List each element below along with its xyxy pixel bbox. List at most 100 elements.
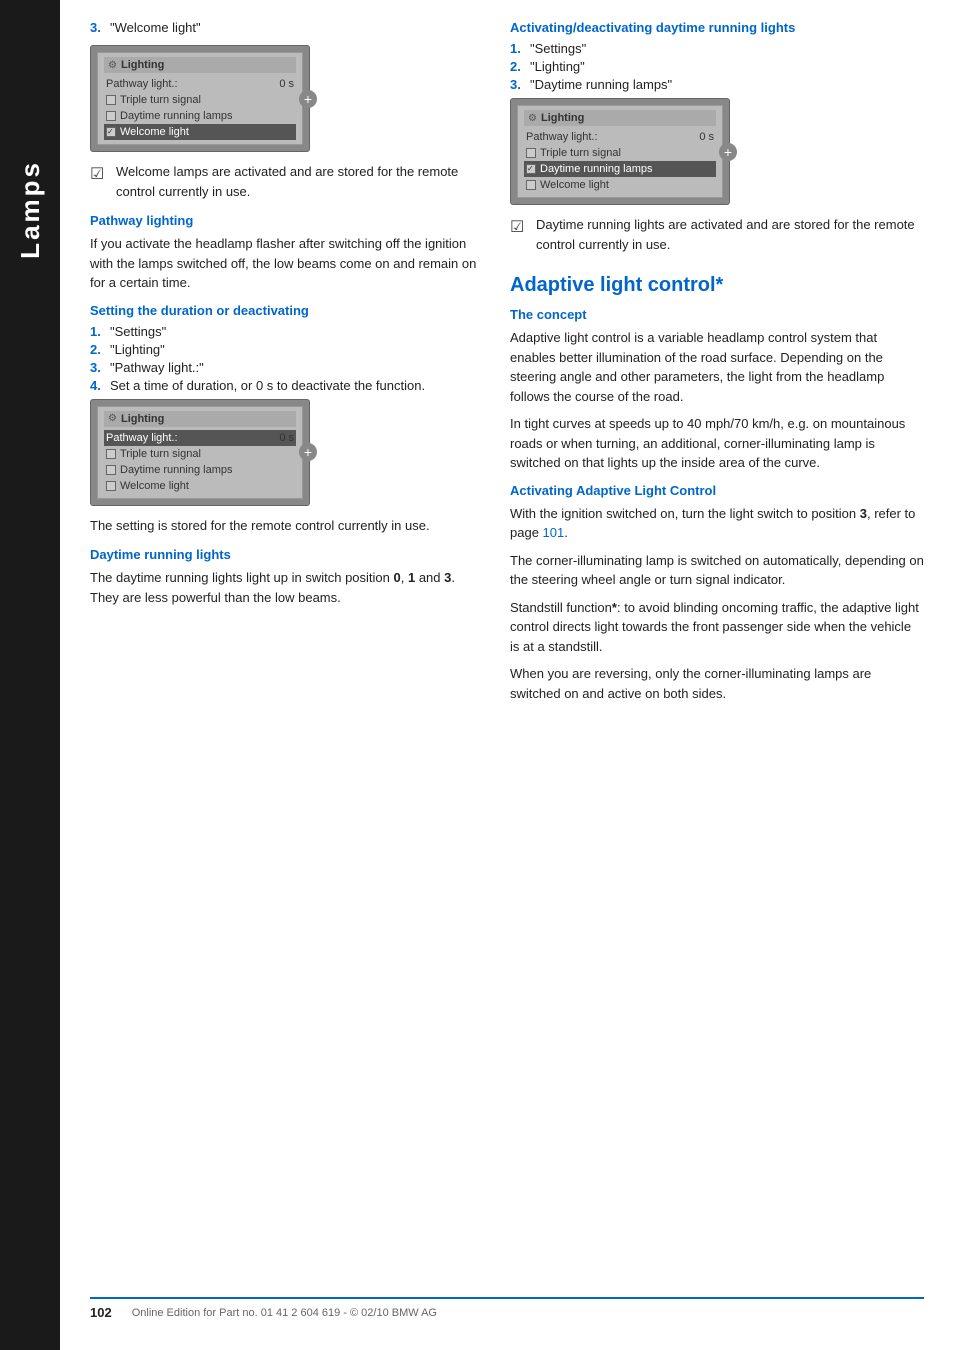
step-act-3: 3. "Daytime running lamps" [510, 77, 924, 92]
concept-body-2: In tight curves at speeds up to 40 mph/7… [510, 414, 924, 473]
pathway-heading: Pathway lighting [90, 213, 480, 228]
lighting-icon-3: ⚙ [528, 113, 537, 124]
screen-title-text-2: Lighting [121, 413, 164, 425]
screen-row-welcome-2: Welcome light [104, 478, 296, 494]
footer: 102 Online Edition for Part no. 01 41 2 … [90, 1297, 924, 1320]
step-num-s2: 2. [90, 342, 104, 357]
checkbox-daytime-2 [106, 465, 116, 475]
pathway-val-1: 0 s [279, 78, 294, 90]
step-text-a3: "Daytime running lamps" [530, 77, 672, 92]
screen-row-left-welcome-3: Welcome light [526, 179, 609, 191]
welcome-label-1: Welcome light [120, 126, 189, 138]
screen-row-welcome-1: Welcome light [104, 124, 296, 140]
standstill-asterisk: * [612, 600, 617, 615]
step-text-s3: "Pathway light.:" [110, 360, 204, 375]
activating-heading: Activating/deactivating daytime running … [510, 20, 924, 35]
screen-row-left-triple-1: Triple turn signal [106, 94, 201, 106]
screen-mockup-2: ⚙ Lighting Pathway light.: 0 s [90, 399, 310, 506]
screen-title-text-3: Lighting [541, 112, 584, 124]
daytime-body: The daytime running lights light up in s… [90, 568, 480, 607]
pathway-label-3: Pathway light.: [526, 131, 598, 143]
pathway-body: If you activate the headlamp flasher aft… [90, 234, 480, 293]
activating-adaptive-body1: With the ignition switched on, turn the … [510, 504, 924, 543]
bold-1: 1 [408, 570, 415, 585]
screen-row-left-welcome-2: Welcome light [106, 480, 189, 492]
screen-title-bar-2: ⚙ Lighting [104, 411, 296, 427]
bold-pos-3: 3 [860, 506, 867, 521]
screen-mockup-1: ⚙ Lighting Pathway light.: 0 s [90, 45, 310, 152]
triple-label-3: Triple turn signal [540, 147, 621, 159]
concept-body-1: Adaptive light control is a variable hea… [510, 328, 924, 406]
welcome-label-3: Welcome light [540, 179, 609, 191]
screen-row-left-triple-2: Triple turn signal [106, 448, 201, 460]
screen-row-left-triple-3: Triple turn signal [526, 147, 621, 159]
pathway-val-3: 0 s [699, 131, 714, 143]
daytime-label-2: Daytime running lamps [120, 464, 233, 476]
page-number: 102 [90, 1305, 112, 1320]
screen-title-bar-3: ⚙ Lighting [524, 110, 716, 126]
pathway-val-2: 0 s [279, 432, 294, 444]
checkmark-icon-1: ☑ [90, 163, 110, 201]
bold-0: 0 [394, 570, 401, 585]
pathway-label-2: Pathway light.: [106, 432, 178, 444]
sidebar-label: Lamps [15, 160, 46, 259]
triple-label-2: Triple turn signal [120, 448, 201, 460]
screen-mockup-3: ⚙ Lighting Pathway light.: 0 s [510, 98, 730, 205]
checkbox-triple-3 [526, 148, 536, 158]
step-setting-4: 4. Set a time of duration, or 0 s to dea… [90, 378, 480, 393]
step-num-3: 3. [90, 20, 104, 35]
screen-row-left-daytime-3: Daytime running lamps [526, 163, 653, 175]
screen-row-daytime-2: Daytime running lamps [104, 462, 296, 478]
checkbox-welcome-1 [106, 127, 116, 137]
lighting-icon-2: ⚙ [108, 413, 117, 424]
setting-heading: Setting the duration or deactivating [90, 303, 480, 318]
main-content: 3. "Welcome light" ⚙ Lighting Pathway li… [60, 0, 954, 1350]
step-num-a3: 3. [510, 77, 524, 92]
note-3: ☑ Daytime running lights are activated a… [510, 215, 924, 254]
screen-inner-3: ⚙ Lighting Pathway light.: 0 s [517, 105, 723, 198]
screen-title-text-1: Lighting [121, 59, 164, 71]
screen-row-left-welcome-1: Welcome light [106, 126, 189, 138]
screen-row-left-pathway-2: Pathway light.: [106, 432, 178, 444]
activating-adaptive-body4: When you are reversing, only the corner-… [510, 664, 924, 703]
step-num-s3: 3. [90, 360, 104, 375]
checkbox-daytime-3 [526, 164, 536, 174]
step-num-a1: 1. [510, 41, 524, 56]
bold-3: 3 [444, 570, 451, 585]
checkbox-triple-1 [106, 95, 116, 105]
screen-title-bar-1: ⚙ Lighting [104, 57, 296, 73]
note-text-3: Daytime running lights are activated and… [536, 215, 924, 254]
screen-row-left-daytime-1: Daytime running lamps [106, 110, 233, 122]
screen-row-triple-2: Triple turn signal [104, 446, 296, 462]
checkbox-daytime-1 [106, 111, 116, 121]
screen-inner-2: ⚙ Lighting Pathway light.: 0 s [97, 406, 303, 499]
screen-row-left-pathway-1: Pathway light.: [106, 78, 178, 90]
daytime-heading: Daytime running lights [90, 547, 480, 562]
concept-heading: The concept [510, 307, 924, 322]
screen-row-pathway-1: Pathway light.: 0 s [104, 76, 296, 92]
sidebar: Lamps [0, 0, 60, 1350]
screen-row-pathway-2: Pathway light.: 0 s [104, 430, 296, 446]
adaptive-heading: Adaptive light control* [510, 274, 924, 297]
step-text-s1: "Settings" [110, 324, 166, 339]
checkbox-triple-2 [106, 449, 116, 459]
checkmark-icon-3: ☑ [510, 216, 530, 254]
screen-add-btn-1: + [299, 90, 317, 108]
screen-row-welcome-3: Welcome light [524, 177, 716, 193]
lighting-icon-1: ⚙ [108, 60, 117, 71]
step-setting-1: 1. "Settings" [90, 324, 480, 339]
checkbox-welcome-2 [106, 481, 116, 491]
note-text-1: Welcome lamps are activated and are stor… [116, 162, 480, 201]
step-act-2: 2. "Lighting" [510, 59, 924, 74]
screen-row-pathway-3: Pathway light.: 0 s [524, 129, 716, 145]
screen-row-daytime-1: Daytime running lamps [104, 108, 296, 124]
step-act-1: 1. "Settings" [510, 41, 924, 56]
page-container: Lamps 3. "Welcome light" ⚙ Lighting [0, 0, 954, 1350]
screen-row-triple-1: Triple turn signal [104, 92, 296, 108]
step-text-3: "Welcome light" [110, 20, 201, 35]
daytime-label-3: Daytime running lamps [540, 163, 653, 175]
step-setting-3: 3. "Pathway light.:" [90, 360, 480, 375]
page-ref-101: 101 [543, 525, 565, 540]
screen-row-daytime-3: Daytime running lamps [524, 161, 716, 177]
welcome-step-3: 3. "Welcome light" [90, 20, 480, 35]
